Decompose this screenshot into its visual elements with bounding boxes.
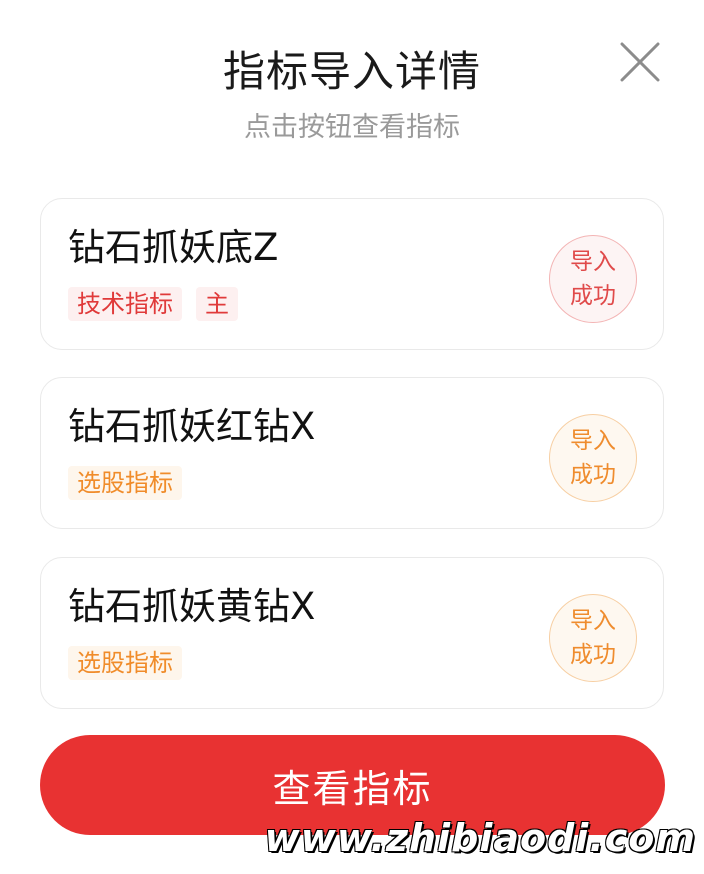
import-success-badge: 导入 成功 <box>549 594 637 682</box>
indicator-name: 钻石抓妖黄钻X <box>68 585 316 628</box>
badge-line-1: 导入 <box>570 608 616 634</box>
badge-line-2: 成功 <box>570 642 616 668</box>
indicator-type-tag: 选股指标 <box>68 646 182 680</box>
import-details-modal: 指标导入详情 点击按钮查看指标 钻石抓妖底Z 技术指标 主 导入 成功 钻石抓妖… <box>0 0 704 874</box>
indicator-type-tag: 选股指标 <box>68 466 182 500</box>
indicator-main-tag: 主 <box>196 287 238 321</box>
close-icon[interactable] <box>618 40 662 84</box>
indicator-card: 钻石抓妖底Z 技术指标 主 导入 成功 <box>40 198 664 350</box>
badge-line-1: 导入 <box>570 249 616 275</box>
indicator-name: 钻石抓妖红钻X <box>68 405 316 448</box>
badge-line-2: 成功 <box>570 283 616 309</box>
indicator-tags: 选股指标 <box>68 466 182 500</box>
modal-subtitle: 点击按钮查看指标 <box>244 112 460 143</box>
indicator-card: 钻石抓妖红钻X 选股指标 导入 成功 <box>40 377 664 529</box>
indicator-card: 钻石抓妖黄钻X 选股指标 导入 成功 <box>40 557 664 709</box>
badge-line-2: 成功 <box>570 462 616 488</box>
indicator-name: 钻石抓妖底Z <box>68 226 279 269</box>
site-watermark: www.zhibiaodi.com <box>264 816 696 860</box>
badge-line-1: 导入 <box>570 428 616 454</box>
indicator-type-tag: 技术指标 <box>68 287 182 321</box>
indicator-tags: 选股指标 <box>68 646 182 680</box>
modal-title: 指标导入详情 <box>222 47 481 96</box>
import-success-badge: 导入 成功 <box>549 414 637 502</box>
import-success-badge: 导入 成功 <box>549 235 637 323</box>
indicator-tags: 技术指标 主 <box>68 287 238 321</box>
